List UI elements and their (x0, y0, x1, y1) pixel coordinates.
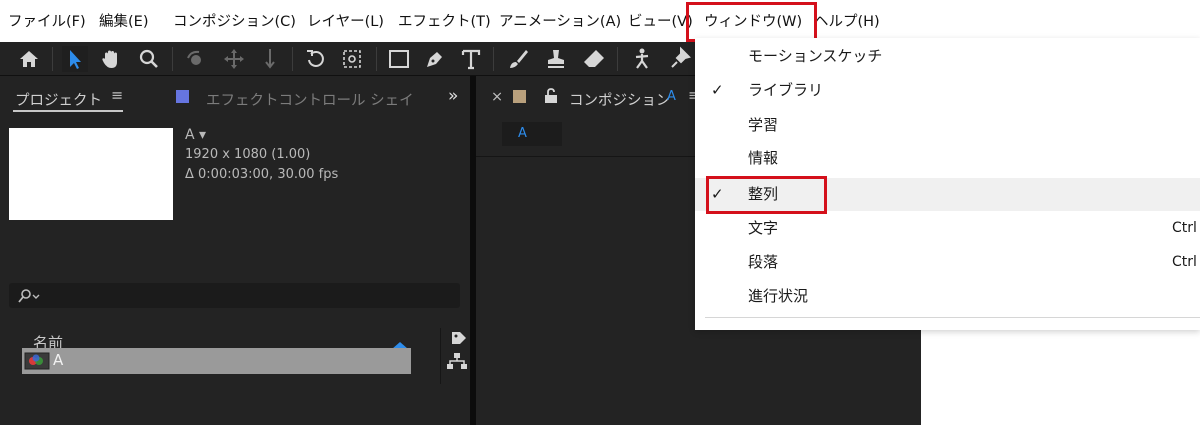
menu-file[interactable]: ファイル(F) (8, 0, 86, 42)
menu-separator (705, 317, 1200, 318)
menu-item-libraries[interactable]: ✓ ライブラリ (695, 74, 1200, 107)
composition-tab[interactable]: コンポジション (569, 89, 671, 110)
flowchart-icon[interactable] (446, 352, 468, 370)
checkmark-icon: ✓ (711, 81, 724, 99)
project-panel: プロジェクト ≡ エフェクトコントロール シェイプレ » A ▾ 1920 x … (0, 76, 470, 425)
pen-nib-icon (427, 52, 442, 67)
toolbar-separator (493, 47, 494, 71)
search-icon (18, 289, 40, 303)
project-tab[interactable]: プロジェクト (15, 89, 102, 110)
puppet-tool[interactable] (629, 46, 655, 72)
rotate-tool[interactable] (303, 46, 329, 72)
align-item-highlight (706, 176, 827, 214)
brush-tool[interactable] (505, 46, 531, 72)
pin-tool[interactable] (667, 46, 693, 72)
pen-tool[interactable] (422, 46, 448, 72)
effect-controls-tab[interactable]: エフェクトコントロール シェイプレ (206, 89, 412, 110)
orbit-icon (187, 50, 201, 65)
toolbar-separator (292, 47, 293, 71)
menu-edit[interactable]: 編集(E) (99, 0, 148, 42)
menu-item-progress[interactable]: 進行状況 (695, 280, 1200, 313)
composition-tab-comp[interactable]: A (667, 89, 676, 104)
stamp-icon (548, 50, 564, 68)
type-tool[interactable] (458, 46, 484, 72)
menu-composition[interactable]: コンポジション(C) (173, 0, 296, 42)
vertical-arrow-icon (265, 49, 275, 69)
pan-camera-tool[interactable] (221, 46, 247, 72)
menu-view[interactable]: ビュー(V) (628, 0, 693, 42)
toolbar-separator (617, 47, 618, 71)
comp-sub-tab[interactable]: A (502, 122, 562, 146)
brush-icon (510, 50, 528, 68)
zoom-tool[interactable] (136, 46, 162, 72)
rectangle-icon (389, 50, 409, 68)
toolbar-separator (172, 47, 173, 71)
shortcut-label: Ctrl (1172, 220, 1197, 236)
comp-thumbnail (9, 128, 173, 220)
hand-icon (102, 50, 117, 68)
menu-help[interactable]: ヘルプ(H) (814, 0, 880, 42)
comp-name-label[interactable]: A ▾ (185, 127, 206, 143)
anchor-point-tool[interactable] (339, 46, 365, 72)
menu-item-learn[interactable]: 学習 (695, 109, 1200, 142)
dolly-camera-tool[interactable] (257, 46, 283, 72)
label-color-swatch (176, 90, 189, 103)
clone-stamp-tool[interactable] (543, 46, 569, 72)
eraser-icon (584, 50, 604, 67)
row-name: A (53, 351, 64, 369)
hand-tool[interactable] (98, 46, 124, 72)
menu-item-info[interactable]: 情報 (695, 142, 1200, 175)
home-icon (20, 51, 38, 67)
panel-overflow-icon[interactable]: » (448, 86, 458, 106)
lock-open-icon[interactable] (544, 88, 558, 104)
close-icon[interactable]: × (491, 89, 503, 105)
comp-sub-tab-label: A (518, 126, 527, 141)
menu-item-character[interactable]: 文字 Ctrl (695, 212, 1200, 245)
comp-duration: Δ 0:00:03:00, 30.00 fps (185, 167, 339, 182)
project-tab-menu-icon[interactable]: ≡ (111, 88, 123, 104)
toolbar-separator (52, 47, 53, 71)
eraser-tool[interactable] (581, 46, 607, 72)
home-tool[interactable] (16, 46, 42, 72)
menu-layer[interactable]: レイヤー(L) (307, 0, 384, 42)
table-row[interactable]: A (22, 348, 411, 374)
label-tag-icon[interactable] (450, 330, 468, 346)
arrow-pointer-icon (70, 50, 81, 69)
shortcut-label: Ctrl (1172, 254, 1197, 270)
selection-tool[interactable] (62, 46, 88, 72)
composition-icon (24, 352, 50, 370)
menu-effect[interactable]: エフェクト(T) (398, 0, 491, 42)
comp-resolution: 1920 x 1080 (1.00) (185, 147, 311, 162)
magnifier-icon (139, 49, 158, 68)
window-menu-highlight (686, 2, 817, 42)
anchor-point-icon (343, 50, 361, 68)
rectangle-tool[interactable] (386, 46, 412, 72)
label-color-swatch (513, 90, 526, 103)
menu-item-motion-sketch[interactable]: モーションスケッチ (695, 40, 1200, 73)
project-search-input[interactable] (9, 283, 460, 308)
menu-animation[interactable]: アニメーション(A) (499, 0, 621, 42)
column-divider (440, 328, 441, 384)
project-tab-underline (13, 110, 123, 112)
rotate-icon (307, 50, 324, 67)
orbit-camera-tool[interactable] (183, 46, 209, 72)
text-t-icon (461, 49, 481, 70)
toolbar-separator (376, 47, 377, 71)
menu-item-paragraph[interactable]: 段落 Ctrl (695, 246, 1200, 279)
menu-bar: ファイル(F) 編集(E) コンポジション(C) レイヤー(L) エフェクト(T… (0, 0, 1200, 42)
move-cross-icon (224, 49, 244, 69)
puppet-pin-icon (635, 48, 649, 69)
pushpin-icon (671, 46, 691, 68)
